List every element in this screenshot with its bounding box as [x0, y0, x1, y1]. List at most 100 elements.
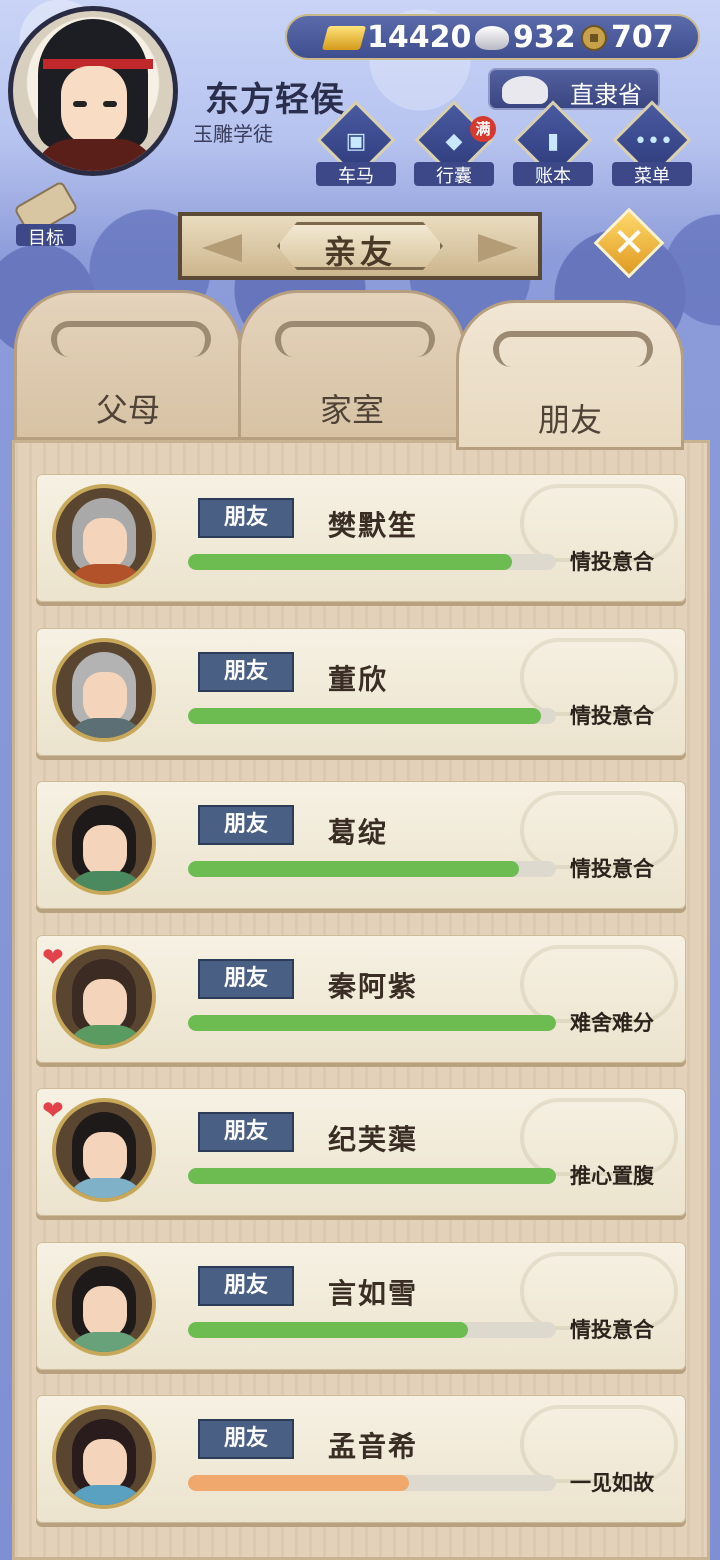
friend-card[interactable]: 朋友 葛绽情投意合: [36, 781, 686, 909]
gold-amount: 14420: [367, 20, 472, 55]
location-label: 直隶省: [570, 81, 642, 109]
friend-face: [83, 979, 127, 1031]
tab-family[interactable]: 家室: [238, 290, 466, 440]
friend-face: [83, 1132, 127, 1184]
friend-face: [83, 825, 127, 877]
ledger-label: 账本: [513, 162, 593, 187]
cloud-ornament-icon: [275, 321, 435, 357]
friend-name: 孟音希: [328, 1430, 419, 1463]
affinity-bar-fill: [188, 1168, 556, 1184]
friend-clothes: [66, 1025, 146, 1045]
relation-badge: 朋友: [198, 959, 294, 999]
friend-face: [83, 1286, 127, 1338]
affinity-bar-fill: [188, 1015, 556, 1031]
friend-avatar[interactable]: [52, 484, 156, 588]
affinity-bar-fill: [188, 708, 542, 724]
affinity-bar: [188, 1475, 556, 1491]
friend-name: 纪芙蕖: [328, 1123, 419, 1156]
tab-friends-label: 朋友: [537, 401, 602, 439]
friend-clothes: [66, 1178, 146, 1198]
affinity-bar: [188, 861, 556, 877]
affinity-status: 推心置腹: [570, 1164, 654, 1188]
friend-clothes: [66, 1485, 146, 1505]
affinity-bar: [188, 554, 556, 570]
chevron-right-ornament: [478, 234, 518, 262]
friend-avatar[interactable]: [52, 945, 156, 1049]
tab-parents[interactable]: 父母: [14, 290, 242, 440]
affinity-status: 情投意合: [570, 857, 654, 881]
friend-name: 樊默笙: [328, 509, 419, 542]
affinity-status: 难舍难分: [570, 1011, 654, 1035]
page-title-plaque: 亲友: [178, 212, 542, 280]
avatar-body: [33, 139, 158, 171]
cloud-ornament-icon: [51, 321, 211, 357]
menu-label: 菜单: [612, 162, 692, 187]
friend-name: 董欣: [328, 663, 389, 696]
bag-label: 行囊: [414, 162, 494, 187]
friend-avatar[interactable]: [52, 791, 156, 895]
player-avatar[interactable]: [8, 6, 178, 176]
friend-name: 葛绽: [328, 816, 389, 849]
affinity-status: 情投意合: [570, 1318, 654, 1342]
friend-avatar[interactable]: [52, 1405, 156, 1509]
affinity-bar-fill: [188, 861, 520, 877]
ledger-button[interactable]: ▮ 账本: [513, 100, 593, 188]
relation-badge: 朋友: [198, 652, 294, 692]
bag-full-badge: 满: [470, 116, 496, 142]
silver-amount: 932: [513, 20, 576, 55]
bag-button[interactable]: ◆ 满 行囊: [414, 100, 496, 188]
carriage-label: 车马: [316, 162, 396, 187]
friend-clothes: [66, 1332, 146, 1352]
page-title: 亲友: [323, 233, 396, 271]
affinity-bar: [188, 708, 556, 724]
friend-clothes: [66, 564, 146, 584]
friend-card[interactable]: 朋友 孟音希 一见如故: [36, 1395, 686, 1523]
tab-family-label: 家室: [319, 391, 384, 429]
chevron-left-ornament: [202, 234, 242, 262]
friend-name: 言如雪: [328, 1277, 419, 1310]
tab-parents-label: 父母: [95, 391, 160, 429]
goal-button[interactable]: 目标: [8, 180, 79, 249]
friend-avatar[interactable]: [52, 1098, 156, 1202]
affinity-bar: [188, 1322, 556, 1338]
hearts-icon: ❤: [42, 1096, 64, 1126]
player-title: 玉雕学徒: [193, 122, 273, 146]
goal-label: 目标: [16, 224, 76, 249]
currency-bar: 14420 932 707: [285, 14, 700, 60]
affinity-status: 情投意合: [570, 704, 654, 728]
hearts-icon: ❤: [42, 943, 64, 973]
copper-coin-icon: [581, 25, 607, 51]
silver-ingot-icon: [475, 26, 509, 50]
relation-badge: 朋友: [198, 498, 294, 538]
friend-card[interactable]: 朋友 董欣情投意合: [36, 628, 686, 756]
affinity-status: 情投意合: [570, 550, 654, 574]
carriage-button[interactable]: ▣ 车马: [316, 100, 396, 188]
gold-ingot-icon: [321, 26, 367, 50]
avatar-eye-left: [73, 101, 87, 107]
friend-name: 秦阿紫: [328, 970, 419, 1003]
affinity-bar-fill: [188, 554, 512, 570]
friend-card[interactable]: ❤ 朋友 纪芙蕖推心置腹: [36, 1088, 686, 1216]
cloud-ornament-icon: [493, 331, 653, 367]
friend-avatar[interactable]: [52, 1252, 156, 1356]
close-icon[interactable]: ✕: [604, 216, 654, 270]
affinity-bar-fill: [188, 1322, 468, 1338]
friend-avatar[interactable]: [52, 638, 156, 742]
tab-friends[interactable]: 朋友: [456, 300, 684, 450]
copper-amount: 707: [611, 20, 674, 55]
menu-button[interactable]: ••• 菜单: [612, 100, 692, 188]
friend-card[interactable]: 朋友 言如雪 情投意合: [36, 1242, 686, 1370]
friend-card[interactable]: ❤ 朋友 秦阿紫难舍难分: [36, 935, 686, 1063]
relation-badge: 朋友: [198, 805, 294, 845]
friend-face: [83, 672, 127, 724]
location-icon: [502, 76, 548, 104]
avatar-face: [61, 66, 127, 146]
friend-card[interactable]: 朋友 樊默笙情投意合: [36, 474, 686, 602]
affinity-bar-fill: [188, 1475, 409, 1491]
affinity-bar: [188, 1168, 556, 1184]
friend-face: [83, 1439, 127, 1491]
relation-badge: 朋友: [198, 1112, 294, 1152]
relation-badge: 朋友: [198, 1419, 294, 1459]
friend-face: [83, 518, 127, 570]
location-button[interactable]: 直隶省: [488, 68, 660, 110]
